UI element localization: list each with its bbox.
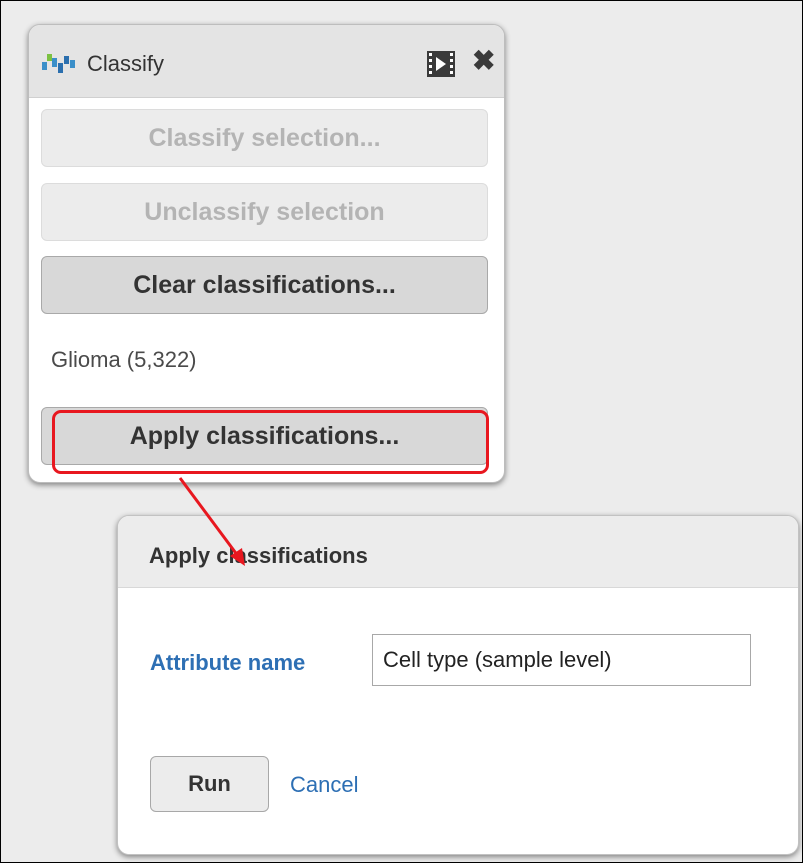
cancel-link[interactable]: Cancel: [290, 772, 358, 798]
apply-classifications-dialog: Apply classifications Attribute name Run…: [117, 515, 799, 855]
class-item-glioma[interactable]: Glioma (5,322): [51, 347, 197, 373]
dialog-title: Apply classifications: [149, 543, 368, 568]
classify-selection-button[interactable]: Classify selection...: [41, 109, 488, 167]
dialog-header: Apply classifications: [118, 516, 798, 588]
attribute-name-input[interactable]: [372, 634, 751, 686]
attribute-name-label: Attribute name: [150, 650, 306, 675]
classify-panel-header: Classify ✖: [29, 25, 504, 98]
video-icon[interactable]: [427, 51, 455, 82]
clear-classifications-button[interactable]: Clear classifications...: [41, 256, 488, 314]
run-button[interactable]: Run: [150, 756, 269, 812]
classify-panel-title: Classify: [87, 51, 165, 76]
unclassify-selection-button[interactable]: Unclassify selection: [41, 183, 488, 241]
classify-panel: Classify ✖ Classify selection... Unclass…: [28, 24, 505, 483]
classify-logo-icon: [42, 52, 78, 79]
highlight-box: [52, 410, 489, 474]
close-icon[interactable]: ✖: [472, 46, 495, 76]
